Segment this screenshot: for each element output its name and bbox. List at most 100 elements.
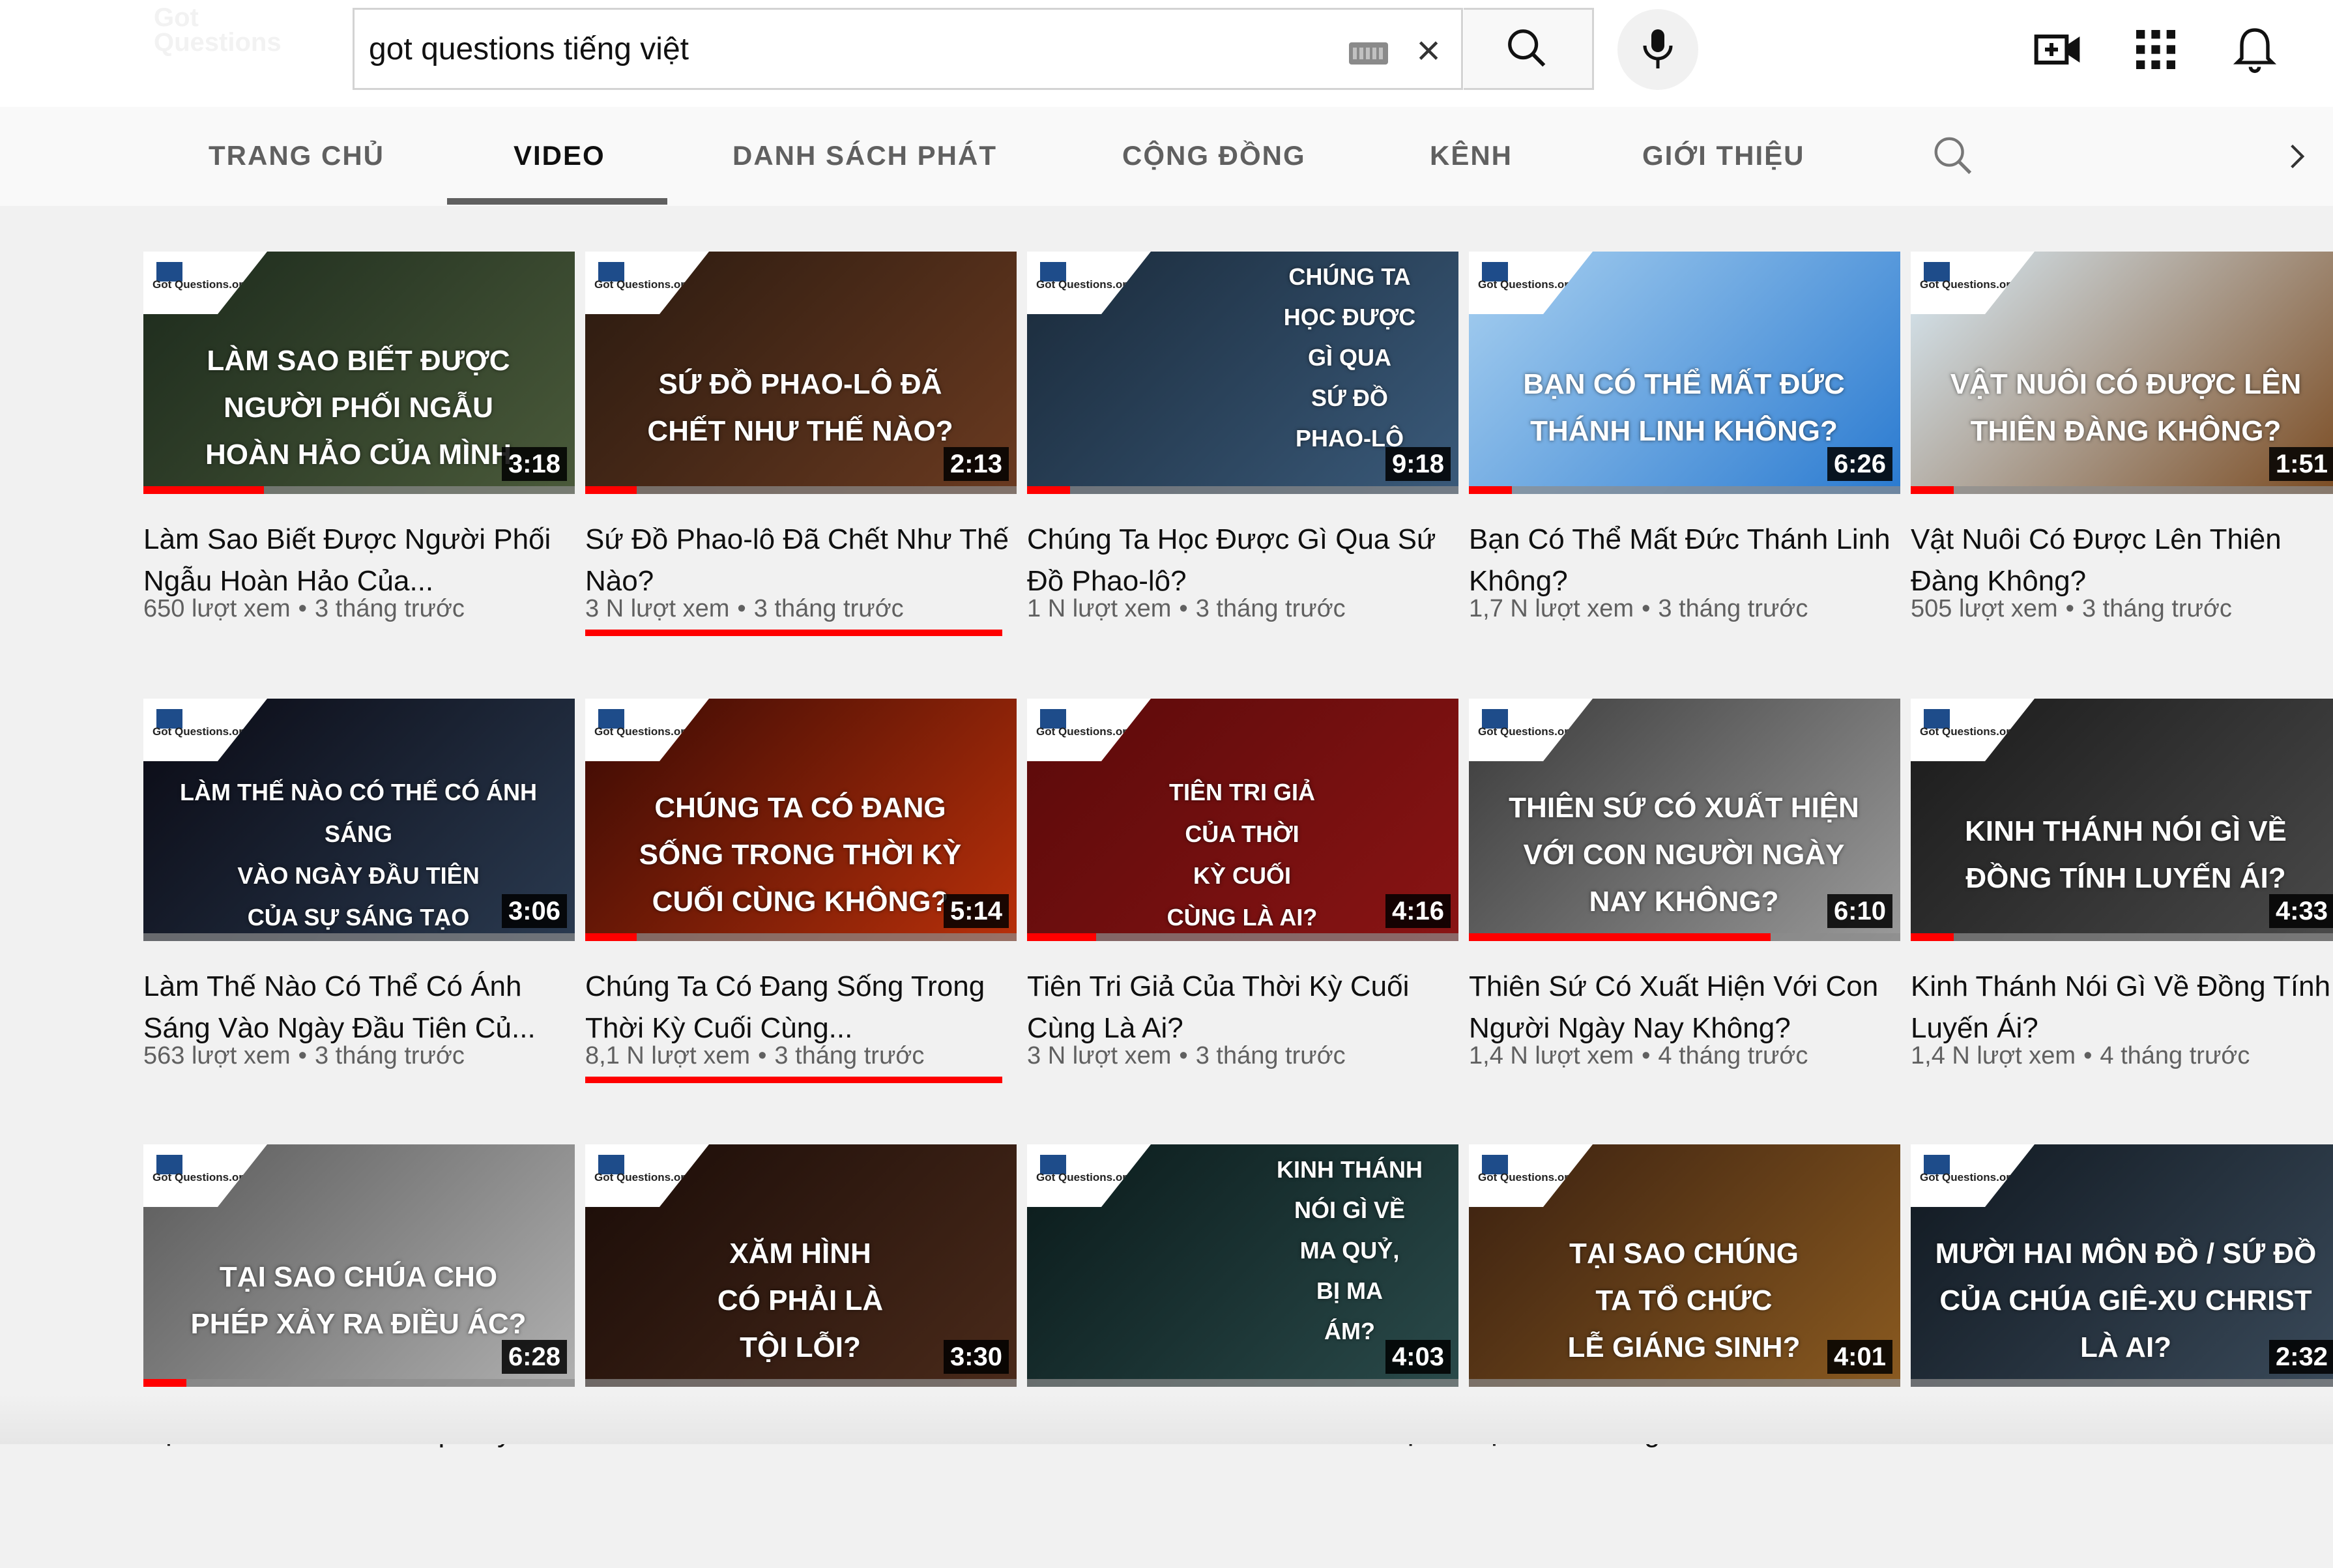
video-card[interactable]: Got Questions.org SỨ ĐỒ PHAO-LÔ ĐÃ CHẾT NH…	[585, 252, 1017, 675]
upload-age: 3 tháng trước	[1195, 1042, 1346, 1069]
video-card[interactable]: Got Questions.org LÀM THẾ NÀO CÓ THỂ CÓ Á…	[143, 699, 575, 1122]
view-count: 1,7 N lượt xem	[1469, 595, 1634, 622]
video-title[interactable]: Vật Nuôi Có Được Lên Thiên Đàng Không?	[1911, 519, 2333, 602]
thumbnail-caption-line: TẠI SAO CHÚA CHO	[219, 1261, 498, 1293]
video-duration: 4:16	[1385, 894, 1451, 928]
video-thumbnail[interactable]: Got Questions.org TẠI SAO CHÚNG TA TỔ CHỨC…	[1469, 1144, 1900, 1387]
video-thumbnail[interactable]: Got Questions.org SỨ ĐỒ PHAO-LÔ ĐÃ CHẾT NH…	[585, 252, 1017, 494]
video-card[interactable]: Got Questions.org KINH THÁNH NÓI GÌ VỀ MA Q…	[1027, 1144, 1458, 1568]
thumbnail-caption: LÀM SAO BIẾT ĐƯỢC NGƯỜI PHỐI NGẪU HOÀN HẢO…	[156, 338, 560, 478]
thumb-brand-text: Got Questions.org	[594, 725, 692, 738]
video-card[interactable]: Got Questions.org MƯỜI HAI MÔN ĐỒ / SỨ ĐỒ…	[1911, 1144, 2333, 1568]
meta-separator: •	[1179, 1042, 1188, 1069]
meta-separator: •	[1642, 595, 1651, 622]
meta-separator: •	[298, 595, 307, 622]
meta-separator: •	[758, 1042, 767, 1069]
view-count: 563 lượt xem	[143, 1042, 291, 1069]
video-card[interactable]: Got Questions.org LÀM SAO BIẾT ĐƯỢC NGƯỜI …	[143, 252, 575, 675]
tab-channels[interactable]: KÊNH	[1430, 107, 1513, 206]
create-video-icon[interactable]	[2032, 23, 2084, 76]
video-card[interactable]: Got Questions.org TẠI SAO CHÚNG TA TỔ CHỨC…	[1469, 1144, 1900, 1568]
thumbnail-caption-line: CHÚNG TA CÓ ĐANG	[654, 792, 946, 824]
thumbnail-caption-line: GÌ QUA	[1307, 344, 1391, 371]
video-meta: 3 N lượt xem • 3 tháng trước	[585, 593, 1015, 624]
thumbnail-caption-line: VÀO NGÀY ĐẦU TIÊN	[237, 862, 480, 889]
video-thumbnail[interactable]: Got Questions.org KINH THÁNH NÓI GÌ VỀ MA Q…	[1027, 1144, 1458, 1387]
search-button[interactable]	[1464, 8, 1594, 90]
watch-progress-track	[1027, 486, 1458, 494]
thumbnail-caption-line: NÓI GÌ VỀ	[1294, 1197, 1406, 1223]
apps-icon[interactable]	[2130, 23, 2182, 76]
video-title[interactable]: Tiên Tri Giả Của Thời Kỳ Cuối Cùng Là Ai…	[1027, 966, 1457, 1049]
video-card[interactable]: Got Questions.org BẠN CÓ THỂ MẤT ĐỨC THÁNH…	[1469, 252, 1900, 675]
thumbnail-caption-line: TẠI SAO CHÚNG	[1569, 1238, 1799, 1270]
tab-home[interactable]: TRANG CHỦ	[209, 107, 384, 206]
video-meta: 1,4 N lượt xem • 4 tháng trước	[1469, 1040, 1899, 1071]
video-thumbnail[interactable]: Got Questions.org TIÊN TRI GIẢ CỦA THỜI KỲ …	[1027, 699, 1458, 941]
video-thumbnail[interactable]: Got Questions.org LÀM SAO BIẾT ĐƯỢC NGƯỜI …	[143, 252, 575, 494]
voice-search-button[interactable]	[1617, 9, 1698, 90]
video-title[interactable]: Thiên Sứ Có Xuất Hiện Với Con Người Ngày…	[1469, 966, 1899, 1049]
tab-about[interactable]: GIỚI THIỆU	[1642, 107, 1805, 206]
video-thumbnail[interactable]: Got Questions.org THIÊN SỨ CÓ XUẤT HIỆN VỚ…	[1469, 699, 1900, 941]
video-card[interactable]: Got Questions.org CHÚNG TA HỌC ĐƯỢC GÌ QUA S…	[1027, 252, 1458, 675]
view-count: 505 lượt xem	[1911, 595, 2058, 622]
thumbnail-caption: LÀM THẾ NÀO CÓ THỂ CÓ ÁNH SÁNG VÀO NGÀY Đ…	[156, 772, 560, 941]
video-meta: 1,4 N lượt xem • 4 tháng trước	[1911, 1040, 2333, 1071]
search-input[interactable]	[355, 10, 1462, 88]
upload-age: 3 tháng trước	[314, 1042, 465, 1069]
meta-separator: •	[1179, 595, 1188, 622]
watch-progress-bar	[585, 486, 637, 494]
thumb-brand-text: Got Questions.org	[1478, 725, 1576, 738]
video-title[interactable]: Bạn Có Thể Mất Đức Thánh Linh Không?	[1469, 519, 1899, 602]
chevron-right-icon[interactable]	[2281, 137, 2313, 176]
thumbnail-caption-line: MƯỜI HAI MÔN ĐỒ / SỨ ĐỒ	[1935, 1238, 2317, 1270]
video-thumbnail[interactable]: Got Questions.org TẠI SAO CHÚA CHO PHÉP XẢ…	[143, 1144, 575, 1387]
video-thumbnail[interactable]: Got Questions.org CHÚNG TA HỌC ĐƯỢC GÌ QUA S…	[1027, 252, 1458, 494]
upload-age: 3 tháng trước	[774, 1042, 925, 1069]
channel-logo[interactable]: Got Questions	[154, 5, 304, 57]
keyboard-icon[interactable]	[1349, 42, 1388, 65]
thumbnail-caption-line: NGƯỜI PHỐI NGẪU	[224, 392, 493, 424]
thumbnail-caption: CHÚNG TA CÓ ĐANG SỐNG TRONG THỜI KỲ CUỐI C…	[598, 785, 1002, 925]
video-card[interactable]: Got Questions.org XĂM HÌNH CÓ PHẢI LÀ TỘI L…	[585, 1144, 1017, 1568]
video-title[interactable]: Làm Sao Biết Được Người Phối Ngẫu Hoàn H…	[143, 519, 573, 602]
upload-age: 3 tháng trước	[1658, 595, 1808, 622]
gotquestions-logo-badge: Got Questions.org	[1911, 699, 2035, 761]
video-thumbnail[interactable]: Got Questions.org LÀM THẾ NÀO CÓ THỂ CÓ Á…	[143, 699, 575, 941]
video-title[interactable]: Kinh Thánh Nói Gì Về Đồng Tính Luyến Ái?	[1911, 966, 2333, 1049]
tab-videos[interactable]: VIDEO	[514, 107, 605, 206]
video-title[interactable]: Sứ Đồ Phao-lô Đã Chết Như Thế Nào?	[585, 519, 1015, 602]
video-thumbnail[interactable]: Got Questions.org BẠN CÓ THỂ MẤT ĐỨC THÁNH…	[1469, 252, 1900, 494]
thumbnail-caption: SỨ ĐỒ PHAO-LÔ ĐÃ CHẾT NHƯ THẾ NÀO?	[598, 361, 1002, 455]
thumb-brand-text: Got Questions.org	[1478, 278, 1576, 291]
tab-playlists[interactable]: DANH SÁCH PHÁT	[732, 107, 997, 206]
video-thumbnail[interactable]: Got Questions.org VẬT NUÔI CÓ ĐƯỢC LÊN THI…	[1911, 252, 2333, 494]
video-duration: 6:26	[1827, 447, 1892, 481]
thumb-brand-text: Got Questions.org	[1036, 725, 1134, 738]
video-card[interactable]: Got Questions.org CHÚNG TA CÓ ĐANG SỐNG TR…	[585, 699, 1017, 1122]
channel-search-icon[interactable]	[1930, 133, 1976, 179]
watch-progress-track	[143, 1379, 575, 1387]
video-title[interactable]: Chúng Ta Học Được Gì Qua Sứ Đồ Phao-lô?	[1027, 519, 1457, 602]
video-card[interactable]: Got Questions.org TIÊN TRI GIẢ CỦA THỜI KỲ …	[1027, 699, 1458, 1122]
video-thumbnail[interactable]: Got Questions.org MƯỜI HAI MÔN ĐỒ / SỨ ĐỒ…	[1911, 1144, 2333, 1387]
video-title[interactable]: Làm Thế Nào Có Thể Có Ánh Sáng Vào Ngày …	[143, 966, 573, 1049]
video-card[interactable]: Got Questions.org KINH THÁNH NÓI GÌ VỀ ĐỒN…	[1911, 699, 2333, 1122]
gotquestions-logo-badge: Got Questions.org	[1469, 699, 1593, 761]
tab-community[interactable]: CỘNG ĐỒNG	[1122, 107, 1306, 206]
thumbnail-caption-line: CHẾT NHƯ THẾ NÀO?	[647, 415, 953, 447]
video-thumbnail[interactable]: Got Questions.org CHÚNG TA CÓ ĐANG SỐNG TR…	[585, 699, 1017, 941]
upload-age: 3 tháng trước	[753, 595, 904, 622]
video-title[interactable]: Chúng Ta Có Đang Sống Trong Thời Kỳ Cuối…	[585, 966, 1015, 1049]
notifications-icon[interactable]	[2229, 23, 2281, 76]
video-card[interactable]: Got Questions.org VẬT NUÔI CÓ ĐƯỢC LÊN THI…	[1911, 252, 2333, 675]
thumbnail-caption: KINH THÁNH NÓI GÌ VỀ MA QUỶ, BỊ MA ÁM?	[1249, 1150, 1451, 1352]
clear-icon[interactable]: ×	[1409, 29, 1448, 71]
video-card[interactable]: Got Questions.org THIÊN SỨ CÓ XUẤT HIỆN VỚ…	[1469, 699, 1900, 1122]
video-thumbnail[interactable]: Got Questions.org KINH THÁNH NÓI GÌ VỀ ĐỒN…	[1911, 699, 2333, 941]
thumbnail-caption-line: SỨ ĐỒ	[1311, 385, 1388, 411]
gotquestions-logo-badge: Got Questions.org	[1027, 1144, 1151, 1207]
video-card[interactable]: Got Questions.org TẠI SAO CHÚA CHO PHÉP XẢ…	[143, 1144, 575, 1568]
video-thumbnail[interactable]: Got Questions.org XĂM HÌNH CÓ PHẢI LÀ TỘI L…	[585, 1144, 1017, 1387]
